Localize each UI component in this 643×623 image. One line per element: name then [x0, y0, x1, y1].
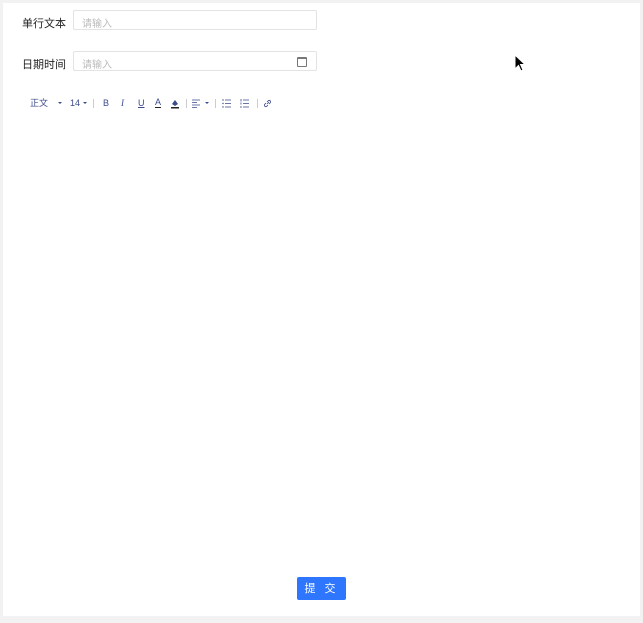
chevron-down-icon[interactable] — [83, 102, 87, 104]
text-field-label: 单行文本 — [22, 18, 66, 30]
align-icon[interactable] — [192, 99, 201, 108]
mouse-cursor-icon — [514, 54, 526, 72]
divider — [186, 99, 187, 108]
font-color-button[interactable]: A — [155, 97, 162, 108]
chevron-down-icon[interactable] — [205, 102, 209, 104]
font-size-select[interactable]: 14 — [70, 97, 80, 109]
calendar-icon[interactable] — [297, 57, 307, 67]
bold-button[interactable]: B — [103, 97, 109, 109]
datetime-input[interactable]: 请输入 — [73, 51, 317, 71]
divider — [93, 99, 94, 108]
link-icon[interactable] — [263, 99, 272, 108]
italic-button[interactable]: I — [121, 97, 124, 109]
chevron-down-icon[interactable] — [58, 102, 62, 104]
highlight-icon[interactable] — [170, 98, 180, 109]
ordered-list-icon[interactable] — [240, 99, 249, 108]
datetime-input-placeholder: 请输入 — [82, 60, 112, 71]
text-input[interactable]: 请输入 — [73, 10, 317, 30]
bullet-list-icon[interactable] — [222, 99, 231, 108]
editor-content[interactable] — [22, 115, 622, 555]
divider — [257, 99, 258, 108]
datetime-field-label: 日期时间 — [22, 59, 66, 71]
text-input-placeholder: 请输入 — [82, 19, 112, 30]
divider — [215, 99, 216, 108]
underline-button[interactable]: U — [138, 97, 145, 109]
submit-button[interactable]: 提 交 — [297, 577, 346, 600]
paragraph-select[interactable]: 正文 — [30, 97, 48, 109]
